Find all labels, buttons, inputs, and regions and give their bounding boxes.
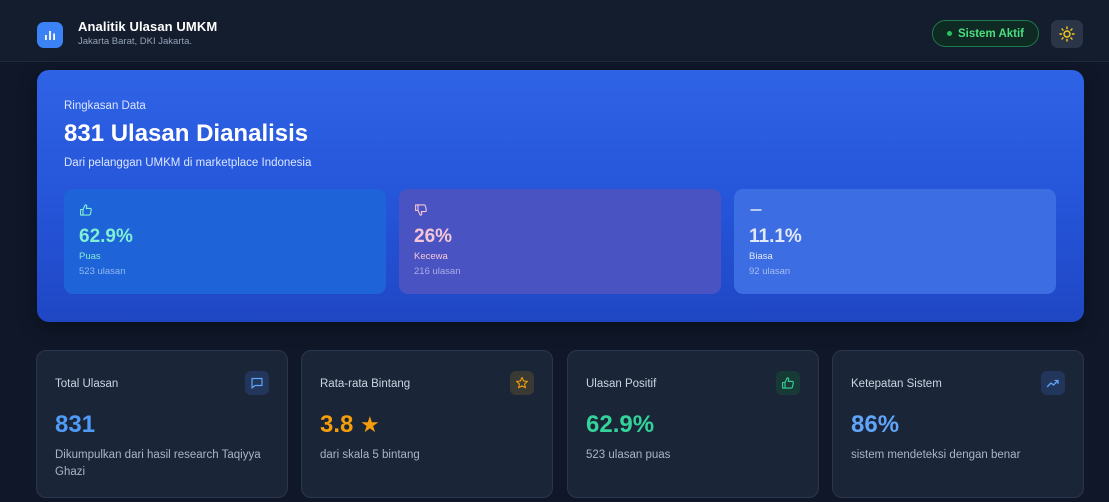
star-icon bbox=[510, 371, 534, 395]
thumbs-up-icon bbox=[80, 204, 92, 216]
stat-value: 11.1% bbox=[749, 226, 802, 247]
app-title: Analitik Ulasan UMKM bbox=[78, 19, 218, 34]
stat-card-kecewa[interactable]: 26% Kecewa 216 ulasan bbox=[399, 189, 721, 294]
hero-kicker: Ringkasan Data bbox=[64, 100, 146, 112]
metric-value: 831 bbox=[55, 411, 96, 438]
stat-card-biasa[interactable]: 11.1% Biasa 92 ulasan bbox=[734, 189, 1056, 294]
stat-value: 62.9% bbox=[79, 226, 133, 247]
metric-title: Total Ulasan bbox=[55, 378, 119, 390]
summary-hero-card: Ringkasan Data 831 Ulasan Dianalisis Dar… bbox=[37, 70, 1084, 322]
metric-title: Rata-rata Bintang bbox=[320, 378, 411, 390]
stat-count: 523 ulasan bbox=[79, 266, 126, 277]
status-dot-icon bbox=[946, 31, 952, 36]
stat-value: 26% bbox=[414, 226, 453, 247]
stat-count: 92 ulasan bbox=[749, 266, 791, 277]
metric-card-rata-rata-bintang[interactable]: Rata-rata Bintang 3.8 ★ dari skala 5 bin… bbox=[301, 350, 553, 498]
stat-card-puas[interactable]: 62.9% Puas 523 ulasan bbox=[64, 189, 386, 294]
stat-label: Puas bbox=[79, 251, 101, 262]
stat-count: 216 ulasan bbox=[414, 266, 461, 277]
metric-description: Dikumpulkan dari hasil research Taqiyya … bbox=[55, 449, 261, 478]
bar-chart-icon bbox=[37, 22, 63, 48]
theme-toggle-button[interactable] bbox=[1051, 20, 1083, 48]
message-square-icon bbox=[245, 371, 269, 395]
metric-card-ketepatan-sistem[interactable]: Ketepatan Sistem 86% sistem mendeteksi d… bbox=[832, 350, 1084, 498]
stat-label: Kecewa bbox=[414, 251, 448, 262]
location-text: Jakarta Barat, DKI Jakarta. bbox=[78, 36, 193, 47]
star-rating-icon: ★ bbox=[360, 412, 380, 437]
stat-label: Biasa bbox=[749, 251, 773, 262]
metric-value: 86% bbox=[851, 411, 900, 438]
status-label: Sistem Aktif bbox=[957, 27, 1025, 40]
metric-card-ulasan-positif[interactable]: Ulasan Positif 62.9% 523 ulasan puas bbox=[567, 350, 819, 498]
hero-subtitle: Dari pelanggan UMKM di marketplace Indon… bbox=[64, 157, 312, 169]
thumbs-down-icon bbox=[415, 204, 427, 216]
sun-icon bbox=[1059, 26, 1075, 42]
trending-up-icon bbox=[1041, 371, 1065, 395]
system-status-badge[interactable]: Sistem Aktif bbox=[932, 20, 1039, 47]
top-bar: Analitik Ulasan UMKM Jakarta Barat, DKI … bbox=[0, 0, 1109, 62]
minus-icon bbox=[750, 209, 762, 211]
metric-value: 62.9% bbox=[586, 411, 655, 438]
metric-title: Ketepatan Sistem bbox=[851, 378, 942, 390]
metric-card-total-ulasan[interactable]: Total Ulasan 831 Dikumpulkan dari hasil … bbox=[36, 350, 288, 498]
metric-title: Ulasan Positif bbox=[586, 378, 657, 390]
metric-description: dari skala 5 bintang bbox=[320, 449, 420, 461]
metric-description: sistem mendeteksi dengan benar bbox=[851, 449, 1021, 461]
metric-value: 3.8 bbox=[320, 411, 354, 438]
metric-description: 523 ulasan puas bbox=[586, 449, 671, 461]
hero-title: 831 Ulasan Dianalisis bbox=[64, 120, 309, 147]
thumbs-up-icon bbox=[776, 371, 800, 395]
metric-value-with-star: 3.8 ★ bbox=[320, 411, 380, 439]
